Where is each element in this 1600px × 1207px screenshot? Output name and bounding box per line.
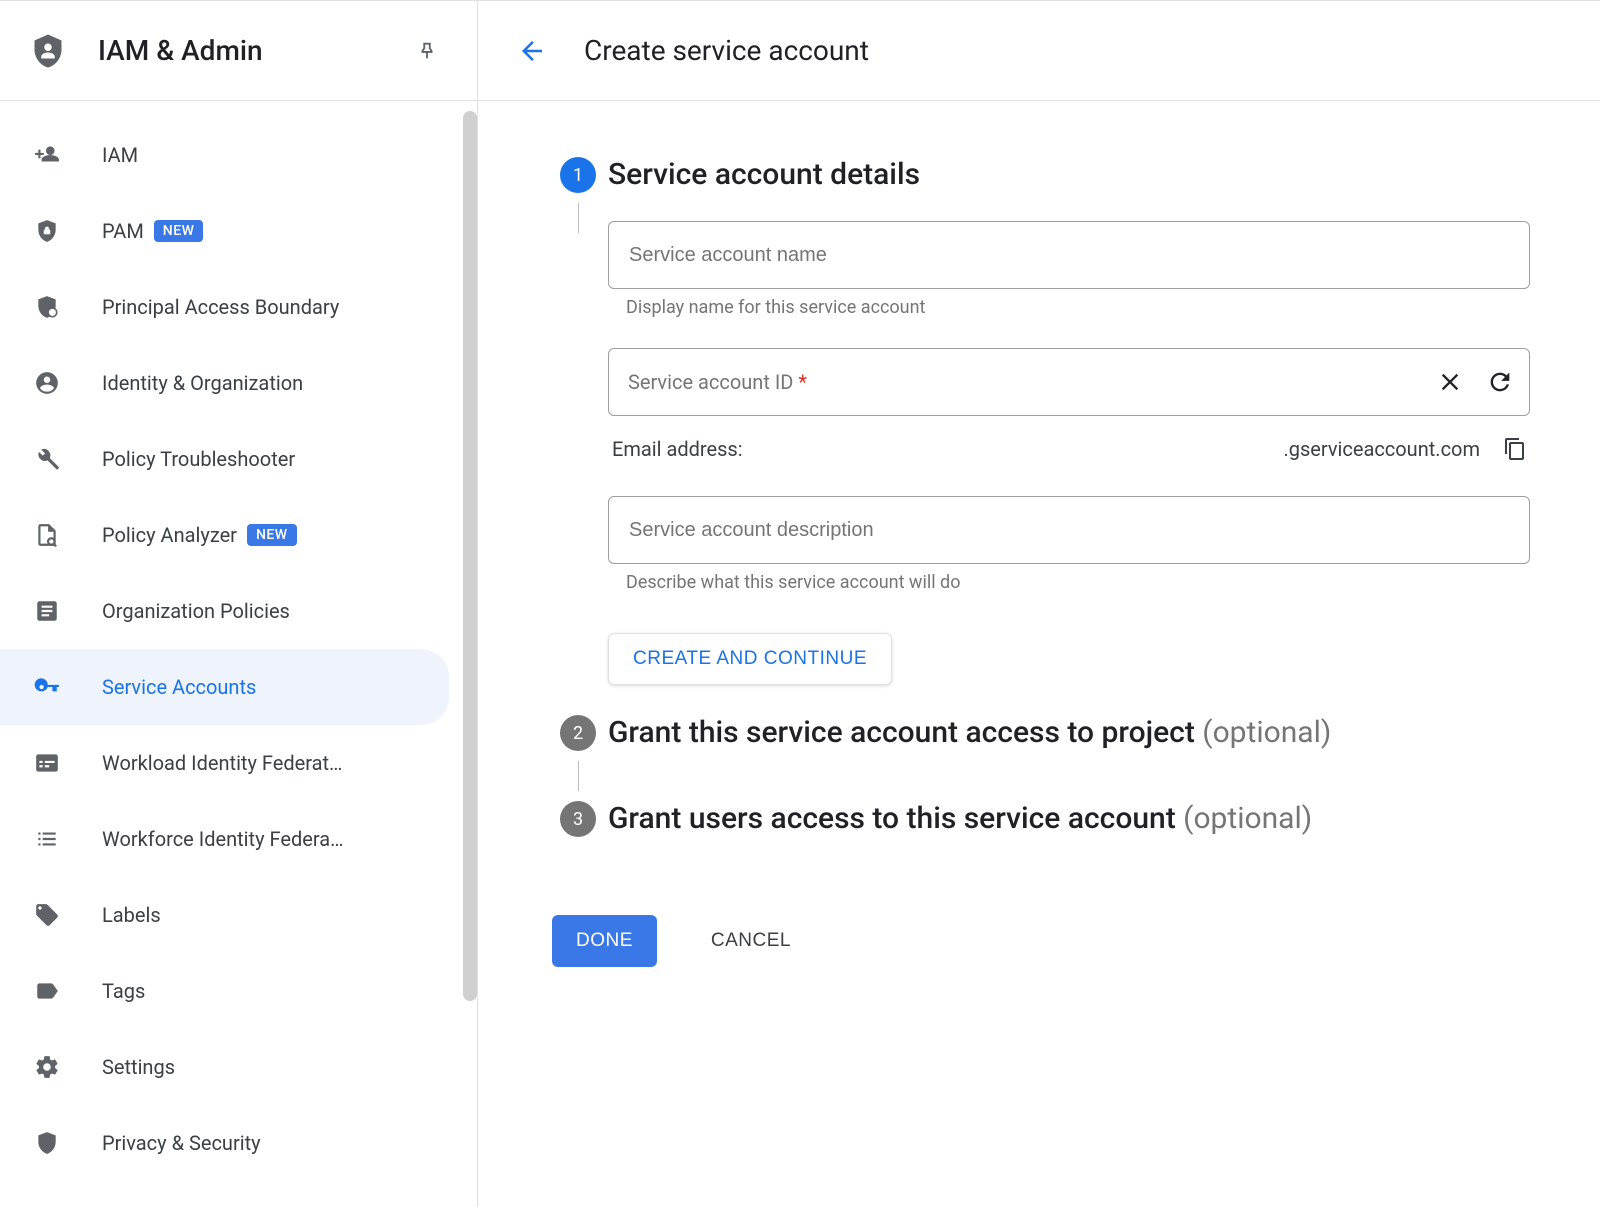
page-title: Create service account [584, 34, 869, 67]
service-account-id-field: Service account ID * [608, 348, 1530, 416]
main-header: Create service account [478, 1, 1600, 101]
card-icon [34, 750, 60, 776]
done-button[interactable]: DONE [552, 915, 657, 967]
nav-label: Service Accounts [102, 675, 256, 699]
tag-icon [34, 902, 60, 928]
account-circle-icon [34, 370, 60, 396]
sidebar: IAM & Admin IAM PAM NEW [0, 1, 478, 1207]
clear-id-button[interactable] [1430, 362, 1470, 402]
boundary-icon [34, 294, 60, 320]
step-3-indicator: 3 [560, 801, 596, 837]
sidebar-item-iam[interactable]: IAM [0, 117, 449, 193]
sidebar-item-workforce-identity-federation[interactable]: Workforce Identity Federa… [0, 801, 449, 877]
stepper: 1 Service account details Display name f… [548, 157, 1530, 867]
sidebar-scrollbar[interactable] [463, 111, 477, 1001]
close-icon [1436, 368, 1464, 396]
main-content: 1 Service account details Display name f… [478, 101, 1600, 1207]
step-1-indicator: 1 [560, 157, 596, 193]
pin-icon [416, 40, 438, 62]
nav-label: Tags [102, 979, 145, 1003]
service-account-id-input[interactable] [608, 348, 1530, 416]
sidebar-item-policy-analyzer[interactable]: Policy Analyzer NEW [0, 497, 449, 573]
shield-lock-icon [34, 218, 60, 244]
service-account-description-input[interactable] [608, 496, 1530, 564]
copy-email-button[interactable] [1500, 434, 1530, 464]
nav-label: Policy Troubleshooter [102, 447, 295, 471]
step-3-title: Grant users access to this service accou… [608, 801, 1530, 837]
step-1-title: Service account details [608, 157, 1530, 193]
email-address-row: Email address: .gserviceaccount.com [612, 434, 1530, 464]
step-connector [578, 203, 579, 233]
key-icon [34, 674, 60, 700]
form-actions: DONE CANCEL [552, 915, 1530, 967]
list-box-icon [34, 598, 60, 624]
arrow-left-icon [517, 36, 547, 66]
nav-label: Policy Analyzer [102, 523, 237, 547]
wrench-icon [34, 446, 60, 472]
gear-icon [34, 1054, 60, 1080]
step-2[interactable]: 2 Grant this service account access to p… [548, 715, 1530, 801]
sidebar-item-pam[interactable]: PAM NEW [0, 193, 449, 269]
name-helper-text: Display name for this service account [626, 297, 1530, 318]
service-account-name-field [608, 221, 1530, 289]
document-search-icon [34, 522, 60, 548]
iam-product-icon [30, 33, 66, 69]
nav-label: Labels [102, 903, 161, 927]
sidebar-item-workload-identity-federation[interactable]: Workload Identity Federat… [0, 725, 449, 801]
new-badge: NEW [154, 220, 204, 242]
pin-button[interactable] [407, 31, 447, 71]
nav-label: Workload Identity Federat… [102, 751, 342, 775]
step-1: 1 Service account details Display name f… [548, 157, 1530, 715]
label-icon [34, 978, 60, 1004]
step-2-title: Grant this service account access to pro… [608, 715, 1530, 751]
copy-icon [1503, 437, 1527, 461]
nav-label: Organization Policies [102, 599, 290, 623]
list-icon [34, 826, 60, 852]
back-button[interactable] [508, 27, 556, 75]
nav-label: IAM [102, 143, 138, 167]
step-3[interactable]: 3 Grant users access to this service acc… [548, 801, 1530, 867]
sidebar-item-tags[interactable]: Tags [0, 953, 449, 1029]
main-panel: Create service account 1 Service account… [478, 1, 1600, 1207]
new-badge: NEW [247, 524, 297, 546]
sidebar-item-identity-organization[interactable]: Identity & Organization [0, 345, 449, 421]
person-add-icon [34, 142, 60, 168]
email-label: Email address: [612, 437, 743, 461]
sidebar-item-policy-troubleshooter[interactable]: Policy Troubleshooter [0, 421, 449, 497]
nav-label: PAM [102, 219, 144, 243]
sidebar-item-privacy-security[interactable]: Privacy & Security [0, 1105, 449, 1181]
refresh-icon [1486, 368, 1514, 396]
create-and-continue-button[interactable]: CREATE AND CONTINUE [608, 633, 892, 685]
shield-icon [34, 1130, 60, 1156]
nav-label: Workforce Identity Federa… [102, 827, 343, 851]
service-account-description-field [608, 496, 1530, 564]
nav-label: Privacy & Security [102, 1131, 261, 1155]
sidebar-item-organization-policies[interactable]: Organization Policies [0, 573, 449, 649]
step-connector [578, 761, 579, 791]
nav-label: Settings [102, 1055, 175, 1079]
description-helper-text: Describe what this service account will … [626, 572, 1530, 593]
nav-label: Principal Access Boundary [102, 295, 339, 319]
service-account-name-input[interactable] [608, 221, 1530, 289]
sidebar-item-settings[interactable]: Settings [0, 1029, 449, 1105]
regenerate-id-button[interactable] [1480, 362, 1520, 402]
sidebar-item-labels[interactable]: Labels [0, 877, 449, 953]
sidebar-nav: IAM PAM NEW Principal Access Boundary Id… [0, 101, 477, 1181]
product-title: IAM & Admin [98, 34, 407, 67]
sidebar-item-principal-access-boundary[interactable]: Principal Access Boundary [0, 269, 449, 345]
cancel-button[interactable]: CANCEL [687, 915, 815, 967]
email-domain: .gserviceaccount.com [1283, 437, 1480, 461]
sidebar-item-service-accounts[interactable]: Service Accounts [0, 649, 449, 725]
nav-label: Identity & Organization [102, 371, 303, 395]
sidebar-header: IAM & Admin [0, 1, 477, 101]
step-2-indicator: 2 [560, 715, 596, 751]
